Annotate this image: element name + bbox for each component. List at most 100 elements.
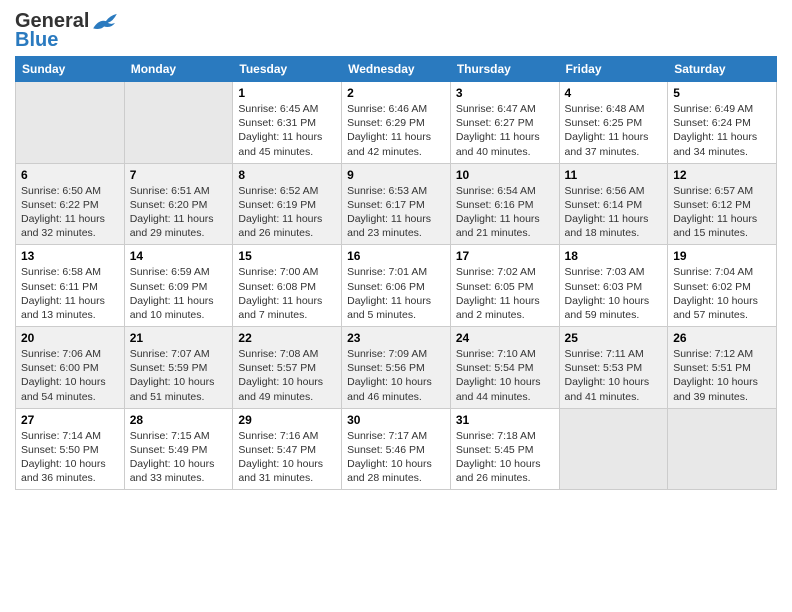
day-info: Sunrise: 6:57 AM Sunset: 6:12 PM Dayligh…	[673, 184, 771, 241]
day-info: Sunrise: 6:47 AM Sunset: 6:27 PM Dayligh…	[456, 102, 554, 159]
day-number: 13	[21, 249, 119, 263]
logo-bird-icon	[91, 12, 119, 32]
calendar-cell: 30 Sunrise: 7:17 AM Sunset: 5:46 PM Dayli…	[342, 408, 451, 490]
day-info: Sunrise: 6:58 AM Sunset: 6:11 PM Dayligh…	[21, 265, 119, 322]
day-number: 30	[347, 413, 445, 427]
day-info: Sunrise: 7:17 AM Sunset: 5:46 PM Dayligh…	[347, 429, 445, 486]
calendar-week-row: 13 Sunrise: 6:58 AM Sunset: 6:11 PM Dayli…	[16, 245, 777, 327]
day-info: Sunrise: 7:03 AM Sunset: 6:03 PM Dayligh…	[565, 265, 663, 322]
day-number: 21	[130, 331, 228, 345]
weekday-header-monday: Monday	[124, 57, 233, 82]
day-number: 7	[130, 168, 228, 182]
calendar-table: SundayMondayTuesdayWednesdayThursdayFrid…	[15, 56, 777, 490]
calendar-cell: 17Sunrise: 7:02 AM Sunset: 6:05 PM Dayli…	[450, 245, 559, 327]
calendar-cell: 10 Sunrise: 6:54 AM Sunset: 6:16 PM Dayli…	[450, 163, 559, 245]
day-info: Sunrise: 7:08 AM Sunset: 5:57 PM Dayligh…	[238, 347, 336, 404]
day-number: 12	[673, 168, 771, 182]
calendar-cell: 16 Sunrise: 7:01 AM Sunset: 6:06 PM Dayli…	[342, 245, 451, 327]
calendar-cell	[124, 82, 233, 164]
logo-blue-text: Blue	[15, 29, 58, 52]
day-number: 26	[673, 331, 771, 345]
calendar-cell: 3 Sunrise: 6:47 AM Sunset: 6:27 PM Daylig…	[450, 82, 559, 164]
day-number: 16	[347, 249, 445, 263]
day-info: Sunrise: 7:06 AM Sunset: 6:00 PM Dayligh…	[21, 347, 119, 404]
day-number: 14	[130, 249, 228, 263]
calendar-cell: 14 Sunrise: 6:59 AM Sunset: 6:09 PM Dayli…	[124, 245, 233, 327]
calendar-cell: 5 Sunrise: 6:49 AM Sunset: 6:24 PM Daylig…	[668, 82, 777, 164]
day-number: 4	[565, 86, 663, 100]
day-number: 24	[456, 331, 554, 345]
calendar-cell: 25 Sunrise: 7:11 AM Sunset: 5:53 PM Dayli…	[559, 327, 668, 409]
day-number: 5	[673, 86, 771, 100]
day-info: Sunrise: 6:53 AM Sunset: 6:17 PM Dayligh…	[347, 184, 445, 241]
day-info: Sunrise: 7:07 AM Sunset: 5:59 PM Dayligh…	[130, 347, 228, 404]
day-number: 22	[238, 331, 336, 345]
day-number: 6	[21, 168, 119, 182]
calendar-cell: 15 Sunrise: 7:00 AM Sunset: 6:08 PM Dayli…	[233, 245, 342, 327]
weekday-header-row: SundayMondayTuesdayWednesdayThursdayFrid…	[16, 57, 777, 82]
day-info: Sunrise: 6:49 AM Sunset: 6:24 PM Dayligh…	[673, 102, 771, 159]
logo: General Blue	[15, 10, 119, 52]
weekday-header-thursday: Thursday	[450, 57, 559, 82]
day-number: 10	[456, 168, 554, 182]
calendar-cell: 24 Sunrise: 7:10 AM Sunset: 5:54 PM Dayli…	[450, 327, 559, 409]
day-info: Sunrise: 7:18 AM Sunset: 5:45 PM Dayligh…	[456, 429, 554, 486]
day-number: 31	[456, 413, 554, 427]
day-info: Sunrise: 7:12 AM Sunset: 5:51 PM Dayligh…	[673, 347, 771, 404]
day-number: 8	[238, 168, 336, 182]
calendar-cell: 27 Sunrise: 7:14 AM Sunset: 5:50 PM Dayli…	[16, 408, 125, 490]
calendar-cell: 18 Sunrise: 7:03 AM Sunset: 6:03 PM Dayli…	[559, 245, 668, 327]
day-info: Sunrise: 6:59 AM Sunset: 6:09 PM Dayligh…	[130, 265, 228, 322]
weekday-header-saturday: Saturday	[668, 57, 777, 82]
calendar-cell: 8 Sunrise: 6:52 AM Sunset: 6:19 PM Daylig…	[233, 163, 342, 245]
calendar-cell: 11 Sunrise: 6:56 AM Sunset: 6:14 PM Dayli…	[559, 163, 668, 245]
day-number: 3	[456, 86, 554, 100]
calendar-cell: 19 Sunrise: 7:04 AM Sunset: 6:02 PM Dayli…	[668, 245, 777, 327]
day-number: 27	[21, 413, 119, 427]
day-info: Sunrise: 7:09 AM Sunset: 5:56 PM Dayligh…	[347, 347, 445, 404]
day-info: Sunrise: 7:11 AM Sunset: 5:53 PM Dayligh…	[565, 347, 663, 404]
weekday-header-friday: Friday	[559, 57, 668, 82]
day-info: Sunrise: 7:14 AM Sunset: 5:50 PM Dayligh…	[21, 429, 119, 486]
calendar-cell: 28 Sunrise: 7:15 AM Sunset: 5:49 PM Dayli…	[124, 408, 233, 490]
calendar-cell: 12 Sunrise: 6:57 AM Sunset: 6:12 PM Dayli…	[668, 163, 777, 245]
calendar-cell: 9Sunrise: 6:53 AM Sunset: 6:17 PM Daylig…	[342, 163, 451, 245]
day-info: Sunrise: 6:56 AM Sunset: 6:14 PM Dayligh…	[565, 184, 663, 241]
weekday-header-sunday: Sunday	[16, 57, 125, 82]
day-info: Sunrise: 6:45 AM Sunset: 6:31 PM Dayligh…	[238, 102, 336, 159]
day-number: 28	[130, 413, 228, 427]
day-info: Sunrise: 7:16 AM Sunset: 5:47 PM Dayligh…	[238, 429, 336, 486]
day-number: 15	[238, 249, 336, 263]
day-info: Sunrise: 7:04 AM Sunset: 6:02 PM Dayligh…	[673, 265, 771, 322]
calendar-cell: 22 Sunrise: 7:08 AM Sunset: 5:57 PM Dayli…	[233, 327, 342, 409]
day-info: Sunrise: 6:48 AM Sunset: 6:25 PM Dayligh…	[565, 102, 663, 159]
day-info: Sunrise: 6:46 AM Sunset: 6:29 PM Dayligh…	[347, 102, 445, 159]
calendar-cell: 23 Sunrise: 7:09 AM Sunset: 5:56 PM Dayli…	[342, 327, 451, 409]
day-info: Sunrise: 7:02 AM Sunset: 6:05 PM Dayligh…	[456, 265, 554, 322]
day-info: Sunrise: 6:51 AM Sunset: 6:20 PM Dayligh…	[130, 184, 228, 241]
weekday-header-wednesday: Wednesday	[342, 57, 451, 82]
calendar-week-row: 6Sunrise: 6:50 AM Sunset: 6:22 PM Daylig…	[16, 163, 777, 245]
calendar-cell: 20 Sunrise: 7:06 AM Sunset: 6:00 PM Dayli…	[16, 327, 125, 409]
day-number: 20	[21, 331, 119, 345]
calendar-cell: 6Sunrise: 6:50 AM Sunset: 6:22 PM Daylig…	[16, 163, 125, 245]
day-number: 1	[238, 86, 336, 100]
day-info: Sunrise: 6:54 AM Sunset: 6:16 PM Dayligh…	[456, 184, 554, 241]
day-number: 25	[565, 331, 663, 345]
day-info: Sunrise: 7:15 AM Sunset: 5:49 PM Dayligh…	[130, 429, 228, 486]
day-info: Sunrise: 7:01 AM Sunset: 6:06 PM Dayligh…	[347, 265, 445, 322]
calendar-cell	[668, 408, 777, 490]
day-info: Sunrise: 7:00 AM Sunset: 6:08 PM Dayligh…	[238, 265, 336, 322]
day-number: 18	[565, 249, 663, 263]
day-number: 11	[565, 168, 663, 182]
day-number: 23	[347, 331, 445, 345]
calendar-cell: 31 Sunrise: 7:18 AM Sunset: 5:45 PM Dayli…	[450, 408, 559, 490]
day-info: Sunrise: 7:10 AM Sunset: 5:54 PM Dayligh…	[456, 347, 554, 404]
calendar-cell	[559, 408, 668, 490]
calendar-cell: 13 Sunrise: 6:58 AM Sunset: 6:11 PM Dayli…	[16, 245, 125, 327]
day-info: Sunrise: 6:52 AM Sunset: 6:19 PM Dayligh…	[238, 184, 336, 241]
day-number: 19	[673, 249, 771, 263]
calendar-cell: 1 Sunrise: 6:45 AM Sunset: 6:31 PM Daylig…	[233, 82, 342, 164]
calendar-cell: 29Sunrise: 7:16 AM Sunset: 5:47 PM Dayli…	[233, 408, 342, 490]
calendar-cell: 21 Sunrise: 7:07 AM Sunset: 5:59 PM Dayli…	[124, 327, 233, 409]
